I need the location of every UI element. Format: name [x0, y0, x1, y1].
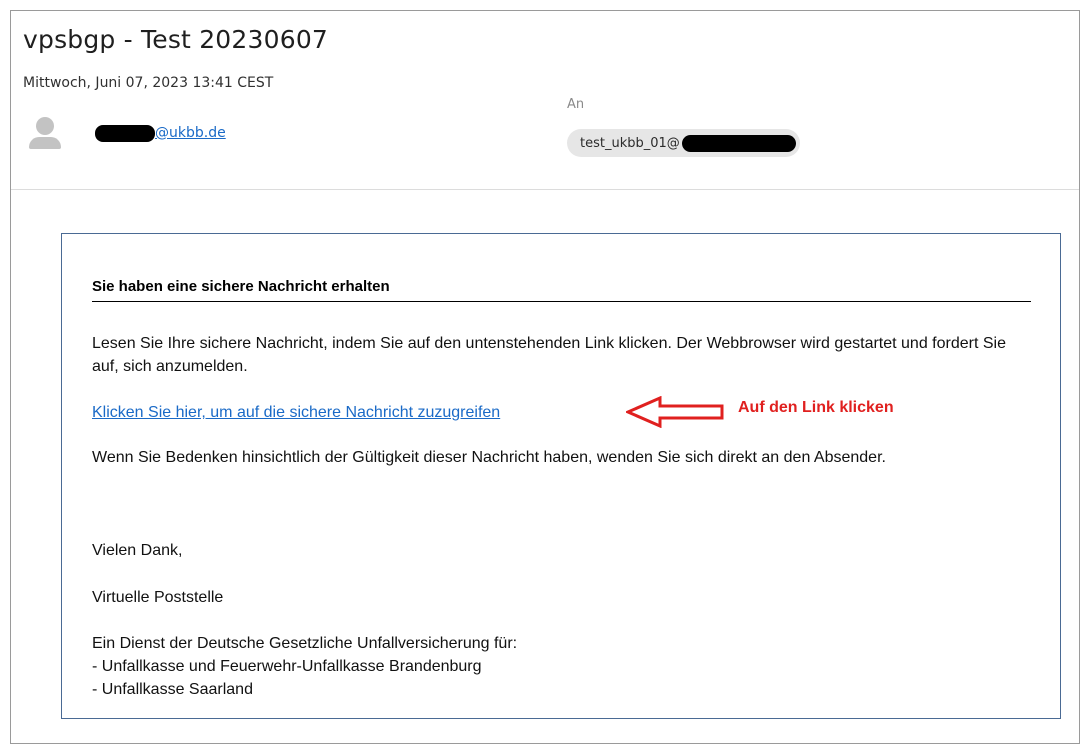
footer-line-2: - Unfallkasse und Feuerwehr-Unfallkasse … — [92, 658, 482, 675]
thanks-text: Vielen Dank, — [92, 542, 183, 559]
footer-line-1: Ein Dienst der Deutsche Gesetzliche Unfa… — [92, 635, 518, 652]
person-icon — [27, 115, 63, 151]
email-view: vpsbgp - Test 20230607 Mittwoch, Juni 07… — [10, 10, 1080, 744]
footer-line-3: - Unfallkasse Saarland — [92, 681, 253, 698]
sender-row: @ukbb.de — [27, 115, 226, 151]
to-label: An — [567, 97, 585, 112]
redaction-bar — [95, 124, 155, 142]
email-date: Mittwoch, Juni 07, 2023 13:41 CEST — [23, 75, 274, 91]
message-body: Sie haben eine sichere Nachricht erhalte… — [61, 233, 1061, 719]
header-divider — [11, 189, 1079, 190]
message-heading: Sie haben eine sichere Nachricht erhalte… — [92, 278, 1031, 302]
left-arrow-icon — [626, 396, 724, 428]
intro-paragraph: Lesen Sie Ihre sichere Nachricht, indem … — [92, 335, 1006, 375]
warning-paragraph: Wenn Sie Bedenken hinsichtlich der Gülti… — [92, 449, 886, 466]
email-subject: vpsbgp - Test 20230607 — [23, 25, 329, 54]
recipient-address: test_ukbb_01@ — [580, 135, 680, 151]
signature-text: Virtuelle Poststelle — [92, 589, 224, 606]
recipient-chip[interactable]: test_ukbb_01@ — [567, 129, 800, 157]
annotation-label: Auf den Link klicken — [738, 399, 894, 416]
sender-address[interactable]: @ukbb.de — [95, 124, 226, 142]
sender-domain-link[interactable]: @ukbb.de — [155, 125, 226, 141]
redaction-bar — [681, 134, 796, 152]
secure-message-link[interactable]: Klicken Sie hier, um auf die sichere Nac… — [92, 404, 500, 421]
